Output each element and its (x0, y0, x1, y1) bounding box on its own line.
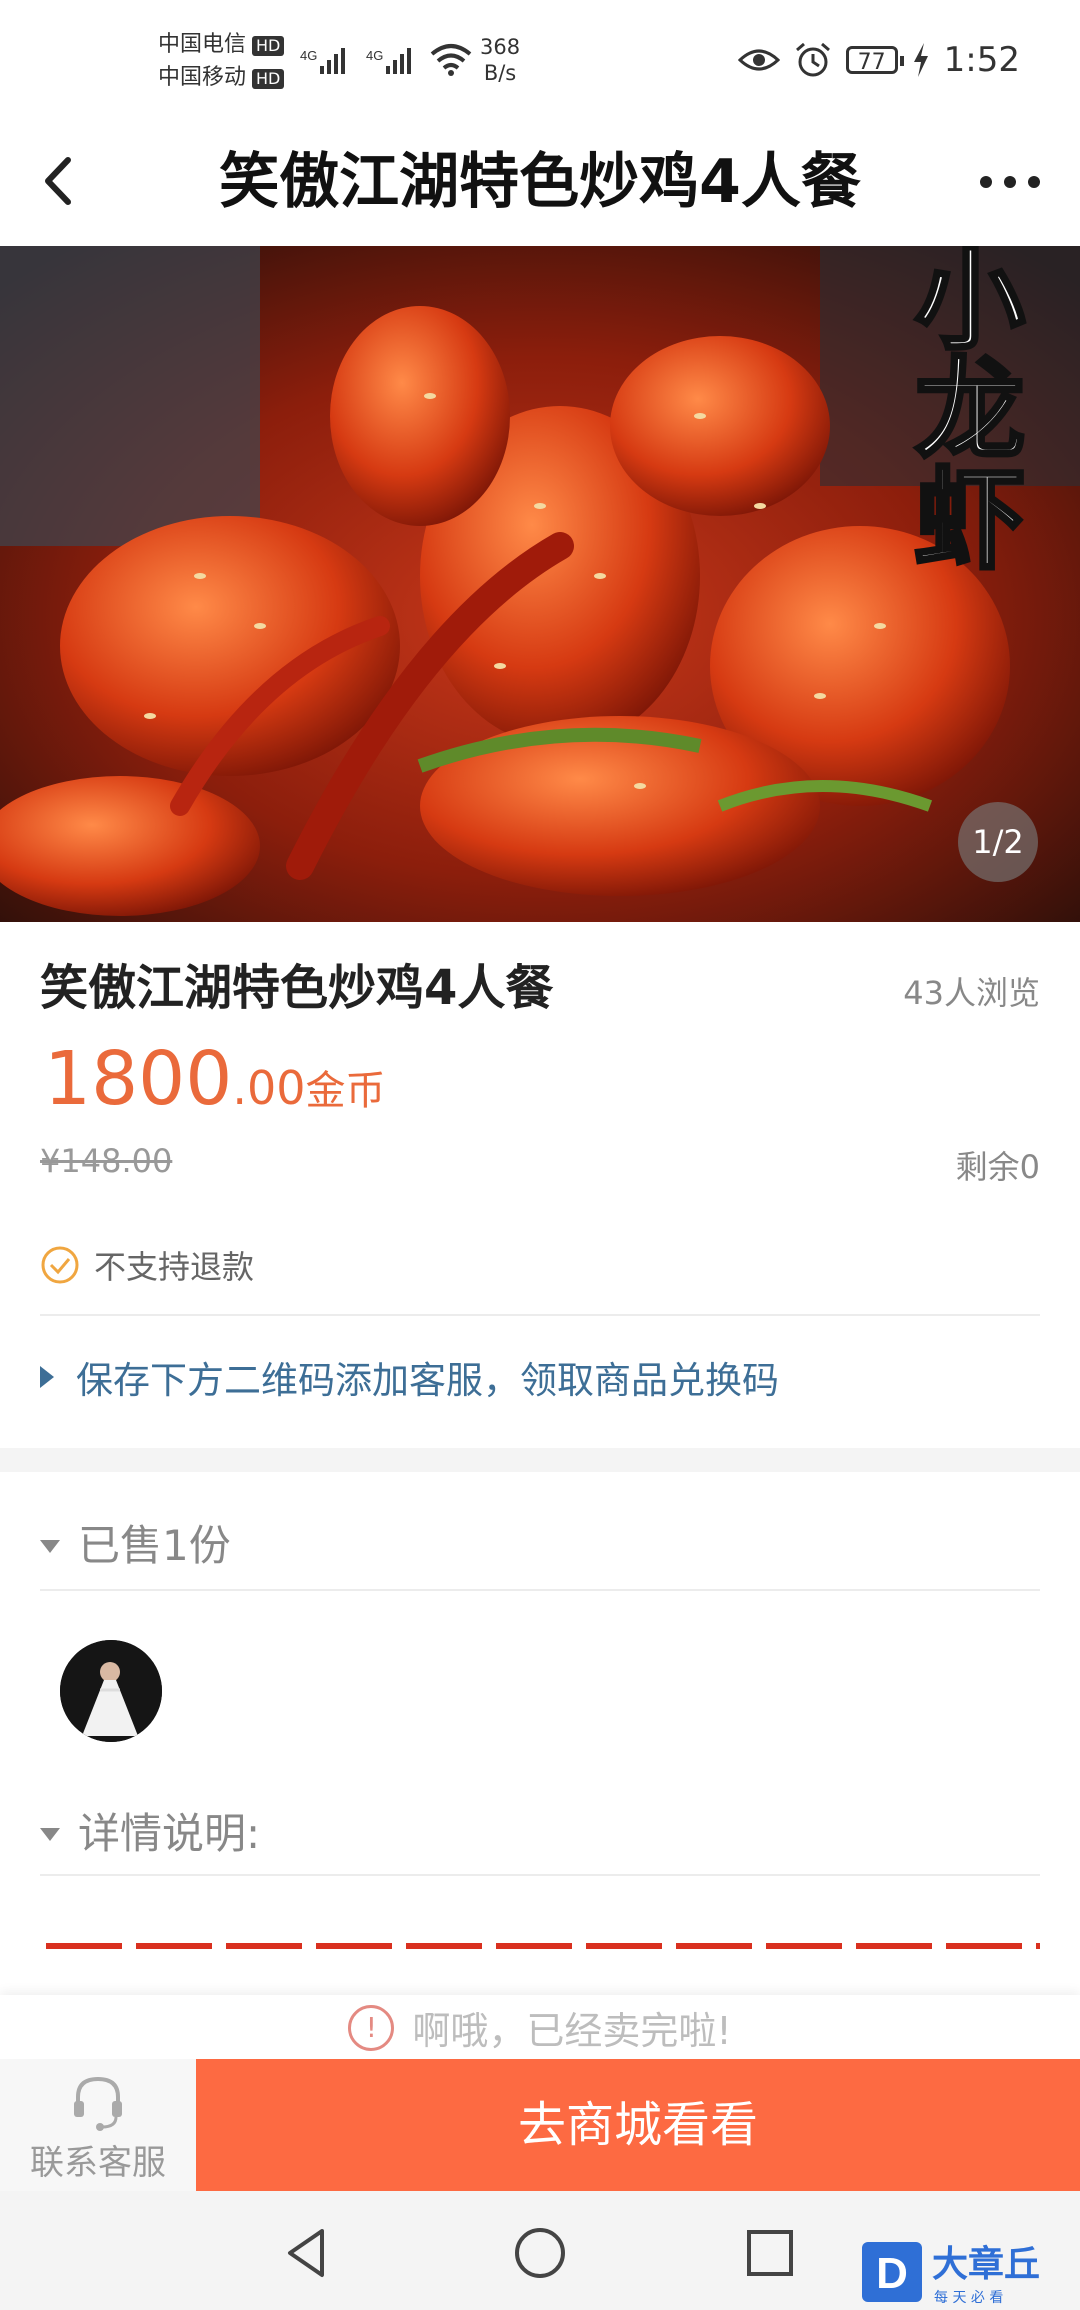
wifi-icon (430, 44, 472, 76)
crayfish-photo: 小龙虾 (0, 246, 1080, 922)
buyer-avatar[interactable] (60, 1640, 162, 1742)
network-speed: 368 B/s (480, 35, 521, 85)
clock: 1:52 (943, 40, 1020, 80)
alarm-icon (795, 42, 830, 77)
divider (40, 1314, 1040, 1316)
charging-icon (913, 43, 928, 77)
go-to-mall-button[interactable]: 去商城看看 (196, 2059, 1080, 2191)
page-title: 笑傲江湖特色炒鸡4人餐 (219, 147, 861, 217)
view-count: 43人浏览 (903, 974, 1040, 1012)
soldout-message: ! 啊哦，已经卖完啦! (0, 2000, 1080, 2055)
service-notice[interactable]: 保存下方二维码添加客服，领取商品兑换码 (40, 1350, 779, 1404)
arrow-right-icon (40, 1366, 54, 1388)
brand-watermark: D 大章丘 每 天 必 看 (862, 2242, 1040, 2306)
hd-badge: HD (252, 36, 285, 56)
svg-text:小龙虾: 小龙虾 (896, 246, 1025, 571)
detail-section: 详情说明: (40, 1800, 1040, 1861)
nav-header: 笑傲江湖特色炒鸡4人餐 (0, 118, 1080, 246)
svg-text:大章丘: 大章丘 (932, 2243, 1040, 2285)
eye-icon (737, 49, 780, 71)
battery-icon: 77 (845, 46, 904, 75)
avatar-photo (60, 1640, 162, 1742)
check-circle-icon (41, 1246, 79, 1284)
refund-policy: 不支持退款 (40, 1242, 254, 1288)
dashed-divider (46, 1943, 1040, 1949)
original-price: ¥148.00 (40, 1142, 173, 1180)
hd-badge: HD (252, 69, 285, 89)
contact-service-button[interactable]: 联系客服 (0, 2059, 196, 2191)
nav-recents-icon[interactable] (740, 2223, 800, 2283)
svg-text:每 天 必 看: 每 天 必 看 (934, 2290, 1003, 2306)
svg-text:D: D (876, 2249, 908, 2298)
bottom-action-bar: 联系客服 去商城看看 (0, 2059, 1080, 2191)
nav-back-icon[interactable] (278, 2223, 338, 2283)
detail-header[interactable]: 详情说明: (40, 1800, 1040, 1861)
product-price: 1800.00金币 (44, 1036, 386, 1122)
divider (40, 1874, 1040, 1876)
divider (40, 1589, 1040, 1591)
carrier-2: 中国移动 HD (158, 63, 285, 93)
more-icon[interactable] (970, 152, 1050, 212)
product-image[interactable]: 小龙虾 1/2 (0, 246, 1080, 922)
sold-section: 已售1份 (40, 1512, 1040, 1573)
stock-remaining: 剩余0 (955, 1148, 1040, 1186)
nav-home-icon[interactable] (510, 2223, 570, 2283)
image-counter: 1/2 (958, 802, 1038, 882)
svg-text:4G: 4G (366, 48, 383, 63)
signal-icon: 4G (366, 48, 411, 74)
caret-down-icon (40, 1828, 60, 1841)
caret-down-icon (40, 1540, 60, 1553)
svg-text:4G: 4G (300, 48, 317, 63)
carrier-1: 中国电信 HD (158, 30, 285, 60)
status-bar: 中国电信 HD 中国移动 HD 4G 4G 368 B/s 77 1:52 (0, 0, 1080, 118)
product-title: 笑傲江湖特色炒鸡4人餐 (40, 960, 554, 1016)
headset-icon (74, 2076, 122, 2131)
signal-icon: 4G (300, 48, 345, 74)
section-separator (0, 1448, 1080, 1472)
sold-header[interactable]: 已售1份 (40, 1512, 1040, 1573)
alert-icon: ! (348, 2004, 395, 2051)
